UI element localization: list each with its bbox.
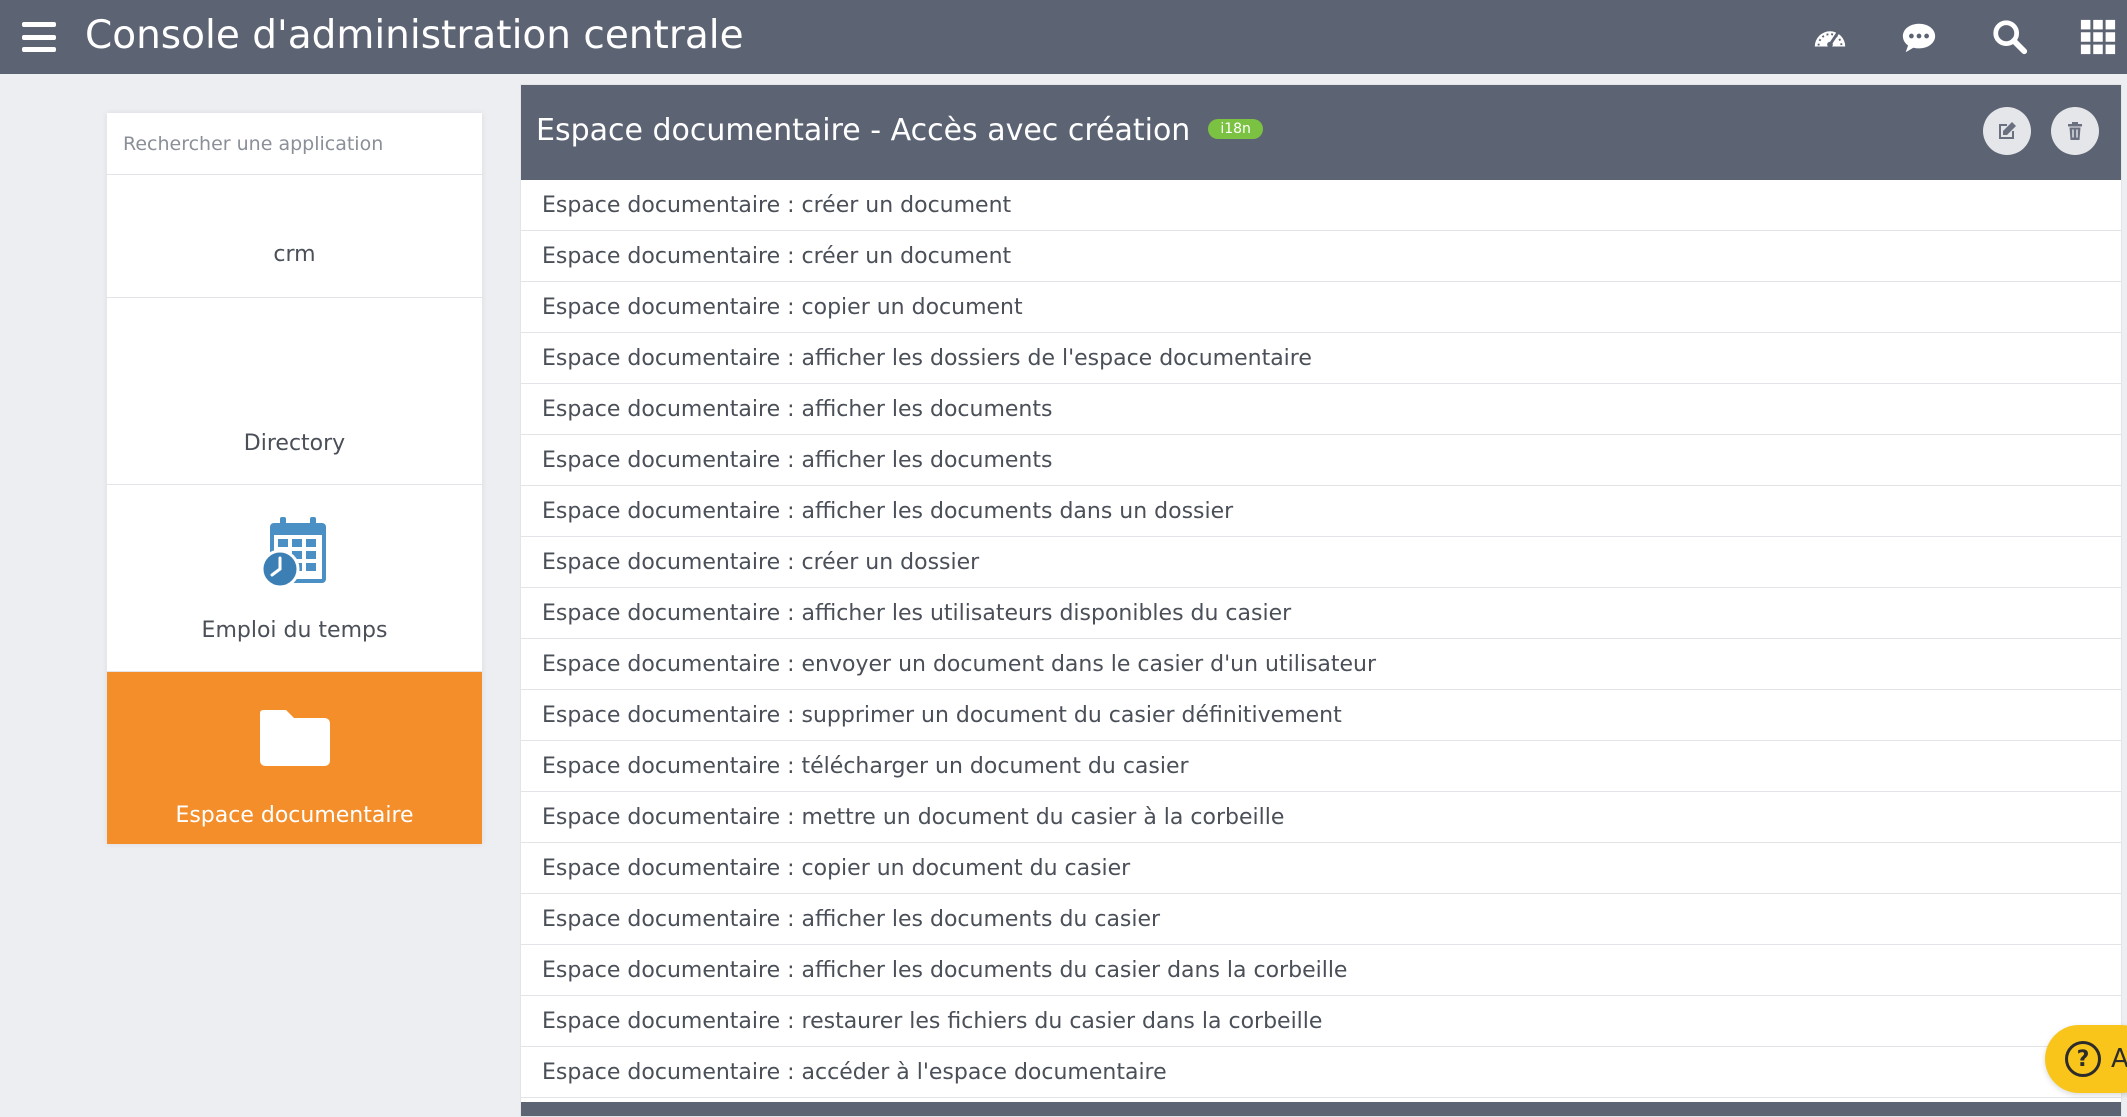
delete-button[interactable] bbox=[2051, 107, 2099, 155]
right-item: Espace documentaire : afficher les docum… bbox=[521, 894, 2121, 945]
search-icon[interactable] bbox=[1990, 17, 2030, 57]
role-detail-panel: Espace documentaire - Accès avec créatio… bbox=[520, 84, 2122, 1117]
help-button-label: A bbox=[2111, 1044, 2127, 1074]
app-title: Console d'administration centrale bbox=[85, 13, 744, 58]
right-item: Espace documentaire : créer un dossier bbox=[521, 537, 2121, 588]
app-tile-crm[interactable]: crm bbox=[107, 175, 482, 298]
help-button[interactable]: ? A bbox=[2045, 1025, 2127, 1093]
apps-grid-icon[interactable] bbox=[2078, 17, 2118, 57]
rights-list: Espace documentaire : créer un document … bbox=[521, 180, 2121, 1098]
speedometer-icon[interactable] bbox=[1810, 17, 1850, 57]
app-tile-label: Espace documentaire bbox=[175, 803, 414, 828]
panel-footer bbox=[521, 1102, 2121, 1116]
app-tile-directory[interactable]: Directory bbox=[107, 298, 482, 485]
application-search-input[interactable] bbox=[107, 113, 482, 175]
right-item: Espace documentaire : afficher les utili… bbox=[521, 588, 2121, 639]
application-list: crm Directory Emploi du temps bbox=[107, 113, 482, 844]
right-item: Espace documentaire : mettre un document… bbox=[521, 792, 2121, 843]
role-title-text: Espace documentaire - Accès avec créatio… bbox=[536, 113, 1191, 148]
right-item: Espace documentaire : afficher les docum… bbox=[521, 486, 2121, 537]
right-item: Espace documentaire : afficher les docum… bbox=[521, 945, 2121, 996]
i18n-badge: i18n bbox=[1208, 118, 1263, 139]
role-title: Espace documentaire - Accès avec créatio… bbox=[536, 113, 1263, 148]
app-tile-label: Directory bbox=[243, 431, 346, 456]
right-item: Espace documentaire : créer un document bbox=[521, 180, 2121, 231]
right-item: Espace documentaire : télécharger un doc… bbox=[521, 741, 2121, 792]
trash-icon bbox=[2068, 122, 2082, 140]
edit-button[interactable] bbox=[1983, 107, 2031, 155]
right-item: Espace documentaire : créer un document bbox=[521, 231, 2121, 282]
top-bar: Console d'administration centrale bbox=[0, 0, 2127, 74]
calendar-clock-icon bbox=[260, 515, 330, 593]
right-item: Espace documentaire : afficher les docum… bbox=[521, 435, 2121, 486]
panel-header: Espace documentaire - Accès avec créatio… bbox=[521, 85, 2121, 180]
folder-icon bbox=[258, 706, 332, 772]
app-tile-label: Emploi du temps bbox=[201, 618, 388, 643]
right-item: Espace documentaire : afficher les docum… bbox=[521, 384, 2121, 435]
hamburger-menu-icon[interactable] bbox=[22, 22, 56, 52]
right-item: Espace documentaire : restaurer les fich… bbox=[521, 996, 2121, 1047]
app-tile-label: crm bbox=[273, 242, 316, 267]
right-item: Espace documentaire : copier un document… bbox=[521, 843, 2121, 894]
right-item: Espace documentaire : accéder à l'espace… bbox=[521, 1047, 2121, 1098]
help-circle-icon: ? bbox=[2065, 1041, 2101, 1077]
right-item: Espace documentaire : copier un document bbox=[521, 282, 2121, 333]
chat-bubble-icon[interactable] bbox=[1899, 17, 1939, 57]
app-tile-espace-documentaire[interactable]: Espace documentaire bbox=[107, 672, 482, 844]
app-tile-emploi-du-temps[interactable]: Emploi du temps bbox=[107, 485, 482, 672]
right-item: Espace documentaire : afficher les dossi… bbox=[521, 333, 2121, 384]
right-item: Espace documentaire : supprimer un docum… bbox=[521, 690, 2121, 741]
edit-icon bbox=[1999, 122, 2016, 139]
right-item: Espace documentaire : envoyer un documen… bbox=[521, 639, 2121, 690]
